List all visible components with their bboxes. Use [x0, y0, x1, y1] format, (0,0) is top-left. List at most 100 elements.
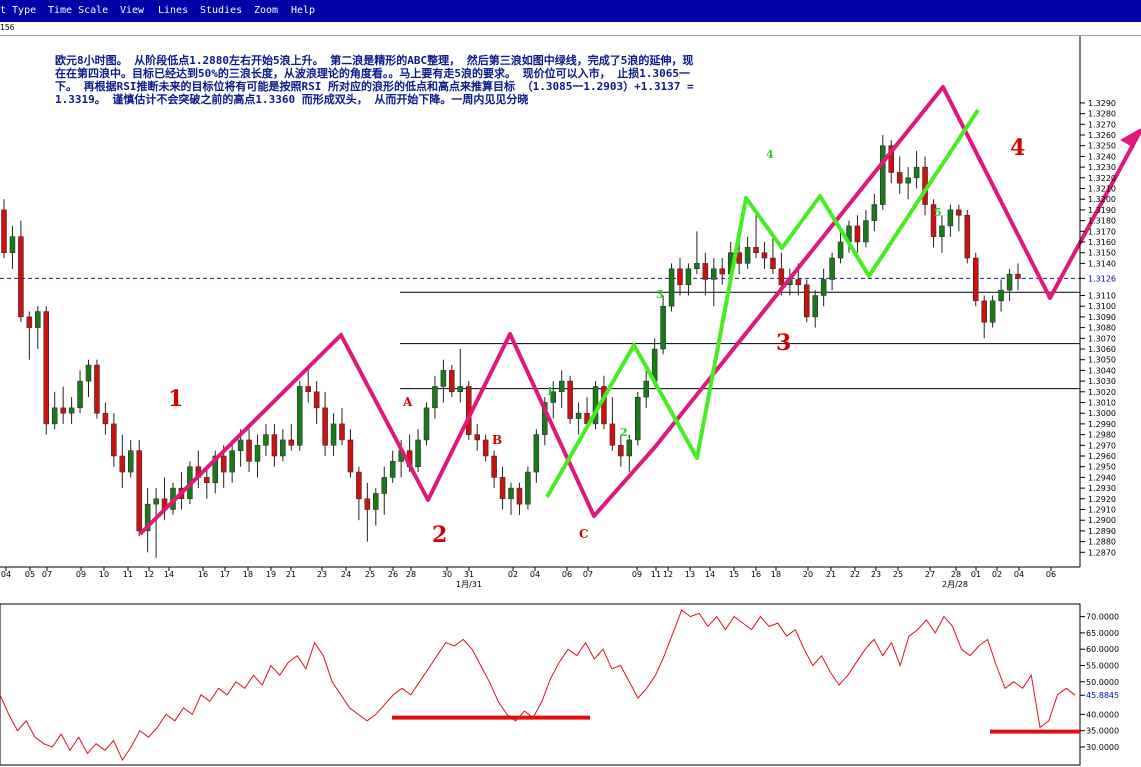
price-tick-label: 1.3200 — [1088, 195, 1116, 204]
candle-body — [795, 279, 802, 286]
time-tick-label: 25 — [365, 570, 375, 579]
candle — [592, 381, 599, 430]
candle-body — [618, 445, 624, 457]
candle-body — [136, 450, 142, 532]
price-tick-label: 1.2990 — [1088, 420, 1116, 429]
candle-body — [660, 305, 666, 350]
time-tick-label: 09 — [76, 570, 86, 579]
time-tick-label: 18 — [771, 570, 781, 579]
candle-body — [719, 268, 725, 275]
candle-body — [474, 434, 480, 441]
time-tick-label: 01 — [971, 570, 981, 579]
candle-body — [339, 423, 345, 441]
time-axis: 04 05 07 09 10 11 12 14 16 17 18 19 21 23 24 25 26 28 30 31… — [0, 566, 1080, 589]
candle-body — [626, 439, 633, 457]
price-tick-label: 1.3030 — [1088, 377, 1116, 386]
candle-body — [356, 471, 362, 500]
wave-label: 5 — [934, 206, 942, 219]
price-tick-label: 1.2870 — [1088, 548, 1116, 557]
candle — [136, 439, 142, 537]
candle-body — [423, 407, 430, 441]
time-tick-label: 07 — [42, 570, 52, 579]
candle-body — [246, 439, 252, 462]
candle-body — [1015, 273, 1021, 279]
candle-body — [347, 439, 354, 473]
wave-label: A — [402, 395, 413, 409]
candle-body — [482, 439, 489, 457]
wave-label: 4 — [766, 148, 774, 161]
candle-body — [761, 252, 768, 259]
price-tick-label: 1.3150 — [1088, 249, 1116, 258]
candle-body — [457, 386, 464, 393]
time-tick-label: 21 — [826, 570, 836, 579]
candle-body — [263, 434, 269, 446]
time-tick-label: 28 — [951, 570, 961, 579]
price-tick-label: 1.3280 — [1088, 110, 1116, 119]
price-tick-label: 1.3270 — [1088, 120, 1116, 129]
price-tick-label: 1.3110 — [1088, 292, 1116, 301]
rsi-tick-label: 60.0000 — [1086, 645, 1119, 654]
price-tick-label: 1.3040 — [1088, 366, 1116, 375]
price-tick-label: 1.3170 — [1088, 227, 1116, 236]
candle-body — [973, 257, 979, 302]
candle-body — [440, 370, 447, 387]
price-tick-label: 1.3180 — [1088, 217, 1116, 226]
candle-body — [863, 220, 869, 243]
price-tick-label: 1.3140 — [1088, 259, 1116, 268]
price-tick-label: 1.2920 — [1088, 495, 1116, 504]
time-month-label: 1月/31 — [456, 580, 482, 589]
candle-body — [280, 439, 286, 457]
candle-body — [330, 423, 337, 446]
candle-body — [305, 386, 311, 393]
analysis-annotation: 欧元8小时图。 从阶段低点1.2880左右开始5浪上升。 第二浪是精形的ABC整… — [55, 54, 694, 106]
candle-body — [229, 450, 235, 473]
candle-body — [111, 423, 117, 457]
time-tick-label: 16 — [751, 570, 761, 579]
candle-body — [85, 364, 92, 382]
price-tick-label: 1.3290 — [1088, 99, 1116, 108]
candle — [567, 375, 573, 424]
candle-body — [288, 439, 295, 446]
candle-body — [896, 172, 903, 184]
price-tick-label: 1.3250 — [1088, 142, 1116, 151]
price-tick-label: 1.3100 — [1088, 302, 1116, 311]
candle-body — [964, 215, 971, 259]
candle-body — [753, 247, 759, 253]
candle-body — [770, 257, 776, 269]
price-tick-label: 1.2950 — [1088, 463, 1116, 472]
candle-body — [575, 412, 582, 419]
candle-body — [35, 311, 41, 328]
price-tick-label: 1.2930 — [1088, 484, 1116, 493]
candle-body — [153, 498, 159, 505]
candle-body — [237, 439, 244, 451]
candle-body — [297, 386, 303, 446]
candle-body — [220, 455, 227, 473]
candle-body — [567, 380, 573, 419]
candle-body — [871, 204, 878, 221]
candle — [635, 391, 641, 446]
time-tick-label: 02 — [992, 570, 1002, 579]
rsi-tick-label: 35.0000 — [1086, 727, 1119, 736]
price-tick-label: 1.2910 — [1088, 506, 1116, 515]
price-tick-label: 1.2880 — [1088, 538, 1116, 547]
price-tick-label: 1.2970 — [1088, 441, 1116, 450]
time-tick-label: 25 — [893, 570, 903, 579]
candle-body — [854, 225, 861, 243]
candle-body — [415, 439, 421, 467]
time-tick-label: 23 — [871, 570, 881, 579]
candle-body — [837, 241, 844, 259]
candle-body — [905, 177, 911, 184]
price-tick-label: 1.3230 — [1088, 163, 1116, 172]
candle-body — [989, 300, 996, 323]
wave-label: 3 — [776, 330, 791, 356]
candle-body — [829, 257, 835, 280]
wave-label: C — [579, 527, 589, 541]
time-tick-label: 10 — [99, 570, 109, 579]
rsi-panel: 70.0000 65.0000 60.0000 55.0000 50.0000 45.88… — [0, 603, 1119, 766]
time-tick-label: 12 — [663, 570, 673, 579]
time-tick-label: 02 — [508, 570, 518, 579]
candle-body — [558, 380, 565, 393]
price-tick-label: 1.2890 — [1088, 527, 1116, 536]
candle-body — [1006, 273, 1013, 291]
time-tick-label: 13 — [685, 570, 695, 579]
